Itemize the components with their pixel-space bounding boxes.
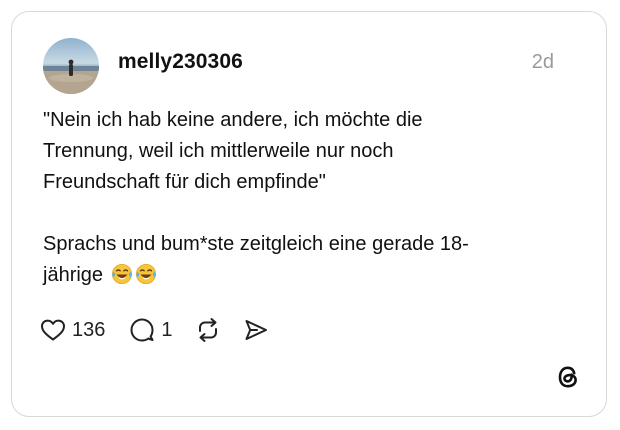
share-icon xyxy=(245,320,267,340)
post-text-line: Freundschaft für dich empfinde" xyxy=(43,171,326,193)
post-text-line: Sprachs und bum*ste zeitgleich eine gera… xyxy=(43,233,469,255)
like-button[interactable]: 136 xyxy=(40,318,105,342)
reply-button[interactable]: 1 xyxy=(129,317,173,343)
face-with-tears-of-joy-icon xyxy=(135,264,156,284)
post-text-line: Trennung, weil ich mittlerweile nur noch xyxy=(43,140,394,162)
post-body: "Nein ich hab keine andere, ich möchte d… xyxy=(43,105,563,291)
share-button[interactable] xyxy=(243,317,269,343)
reply-icon xyxy=(130,318,154,342)
action-bar: 136 1 xyxy=(40,315,269,345)
heart-icon xyxy=(41,319,65,341)
repost-icon xyxy=(198,318,217,342)
post-card: melly230306 2d "Nein ich hab keine ander… xyxy=(11,11,607,417)
post-text-line-with-emoji: jährige xyxy=(43,260,563,291)
avatar[interactable] xyxy=(43,38,99,94)
repost-button[interactable] xyxy=(195,317,221,343)
like-count: 136 xyxy=(72,318,106,341)
face-with-tears-of-joy-icon xyxy=(111,264,132,284)
avatar-photo xyxy=(43,38,99,94)
post-text-line: "Nein ich hab keine andere, ich möchte d… xyxy=(43,109,423,131)
post-text-line: jährige xyxy=(43,264,104,286)
threads-logo-icon xyxy=(558,366,577,388)
reply-count: 1 xyxy=(161,318,173,341)
username[interactable]: melly230306 xyxy=(118,50,243,74)
timestamp: 2d xyxy=(531,51,554,73)
